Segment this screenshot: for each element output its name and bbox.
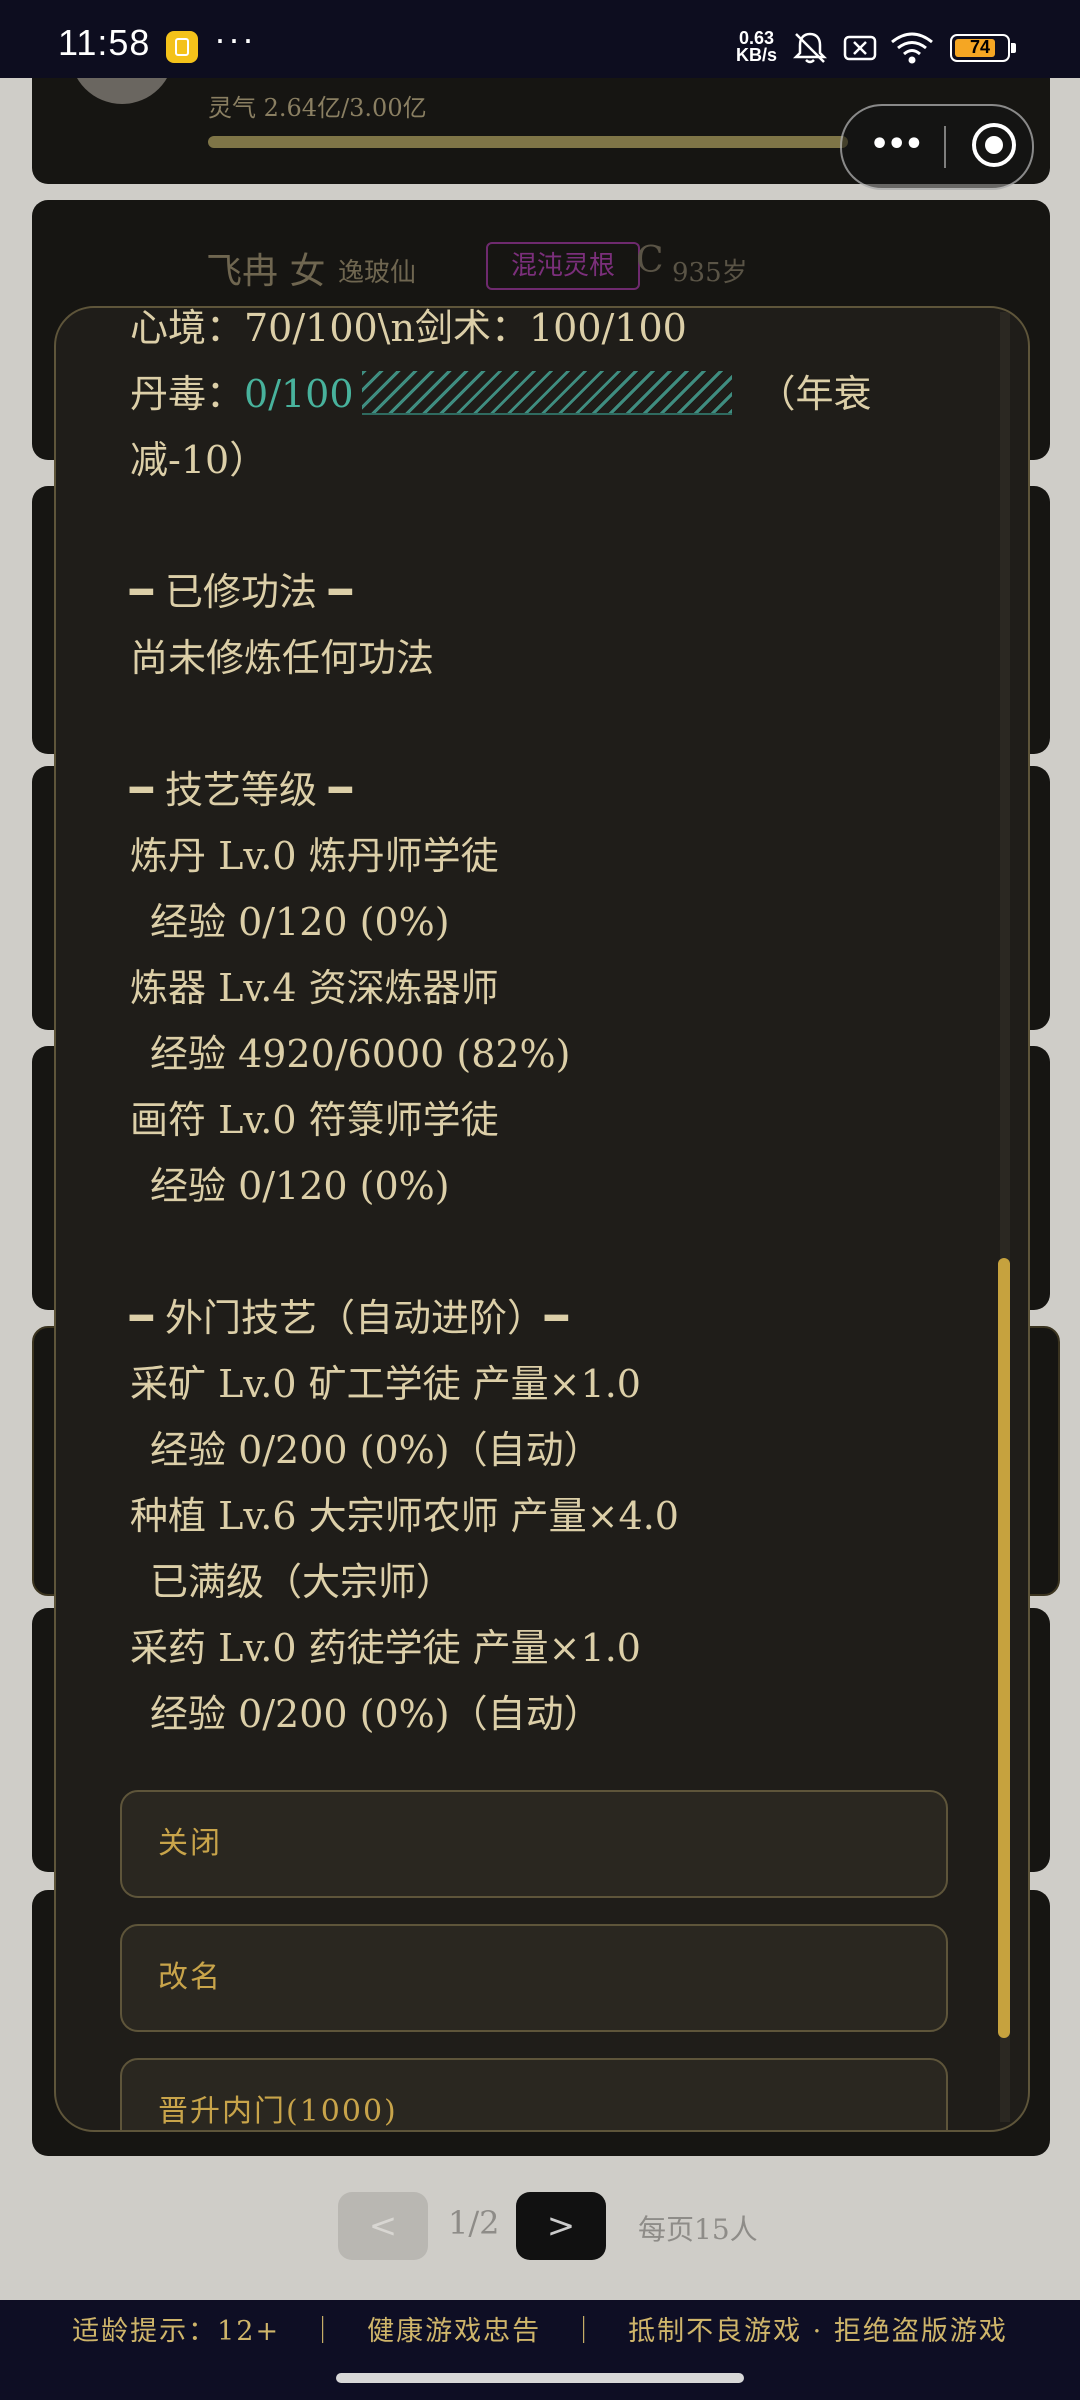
home-gesture-bar[interactable] xyxy=(336,2373,744,2383)
skill-talisman-exp: 经验 0/120 (0%) xyxy=(150,1164,450,1208)
no-sim-icon xyxy=(843,35,877,61)
background-grade: C xyxy=(636,240,664,281)
scrollbar-thumb[interactable] xyxy=(998,1258,1010,2038)
next-page-button[interactable]: > xyxy=(516,2192,606,2260)
dan-poison-value: 0/100 xyxy=(244,372,354,416)
background-qi-text: 灵气 2.64亿/3.00亿 xyxy=(208,94,427,122)
background-qi-bar xyxy=(208,136,848,148)
outer-skill-herbs: 采药 Lv.0 药徒学徒 产量×1.0 xyxy=(130,1626,641,1670)
outer-skill-farming: 种植 Lv.6 大宗师农师 产量×4.0 xyxy=(130,1494,679,1538)
outer-skill-mining-exp: 经验 0/200 (0%)（自动） xyxy=(150,1428,602,1472)
dan-poison-decay-cont: 减-10） xyxy=(130,438,268,482)
background-root-badge: 混沌灵根 xyxy=(486,242,640,290)
network-speed: 0.63 KB/s xyxy=(736,29,778,65)
skill-alchemy-exp: 经验 0/120 (0%) xyxy=(150,900,450,944)
close-miniprogram-icon[interactable] xyxy=(972,123,1016,167)
dan-poison-bar xyxy=(361,371,732,415)
age-advisory-footer: 适龄提示：12+ ｜ 健康游戏忠告 ｜ 抵制不良游戏 · 拒绝盗版游戏 xyxy=(0,2300,1080,2364)
rename-button[interactable]: 改名 xyxy=(120,1924,948,2032)
mini-program-capsule: ••• xyxy=(840,104,1034,190)
network-speed-unit: KB/s xyxy=(736,45,778,65)
dan-poison-decay: （年衰 xyxy=(757,372,872,416)
outer-skill-mining: 采矿 Lv.0 矿工学徒 产量×1.0 xyxy=(130,1362,641,1406)
methods-empty-text: 尚未修炼任何功法 xyxy=(130,636,435,680)
skill-alchemy: 炼丹 Lv.0 炼丹师学徒 xyxy=(130,834,499,878)
dan-poison-row: 丹毒：0/100 （年衰 xyxy=(130,366,872,422)
skill-talisman: 画符 Lv.0 符箓师学徒 xyxy=(130,1098,499,1142)
skill-refining-exp: 经验 4920/6000 (82%) xyxy=(150,1032,571,1076)
clock: 11:58 xyxy=(58,22,151,63)
battery-level: 74 xyxy=(969,37,991,57)
mute-bell-icon xyxy=(792,32,828,64)
section-header-outer-skills: ━ 外门技艺（自动进阶）━ xyxy=(130,1296,568,1340)
per-page-label: 每页15人 xyxy=(638,2213,758,2246)
outer-skill-farming-status: 已满级（大宗师） xyxy=(150,1560,455,1604)
section-header-skills: ━ 技艺等级 ━ xyxy=(130,768,352,812)
dan-poison-label: 丹毒： xyxy=(130,372,245,416)
page-indicator: 1/2 xyxy=(448,2204,500,2242)
app-notification-icon xyxy=(166,31,198,63)
battery-icon: 74 xyxy=(950,34,1016,62)
disciple-detail-modal: 心境：70/100\n剑术：100/100 丹毒：0/100 （年衰 减-10） … xyxy=(54,306,1030,2132)
prev-page-button[interactable]: < xyxy=(338,2192,428,2260)
background-age: 935岁 xyxy=(672,258,748,288)
skill-refining: 炼器 Lv.4 资深炼器师 xyxy=(130,966,499,1010)
status-bar: 11:58 ··· 0.63 KB/s 74 xyxy=(0,0,1080,78)
more-notifications-icon: ··· xyxy=(214,18,256,59)
wifi-icon xyxy=(891,32,933,64)
background-rank: 逸玻仙 xyxy=(338,258,417,288)
promote-inner-button[interactable]: 晋升内门(1000) xyxy=(120,2058,948,2130)
close-button[interactable]: 关闭 xyxy=(120,1790,948,1898)
background-name: 飞冉 女 xyxy=(206,251,326,292)
section-header-methods: ━ 已修功法 ━ xyxy=(130,570,352,614)
mind-sword-stats: 心境：70/100\n剑术：100/100 xyxy=(130,306,687,350)
more-menu-icon[interactable]: ••• xyxy=(870,130,924,160)
outer-skill-herbs-exp: 经验 0/200 (0%)（自动） xyxy=(150,1692,602,1736)
